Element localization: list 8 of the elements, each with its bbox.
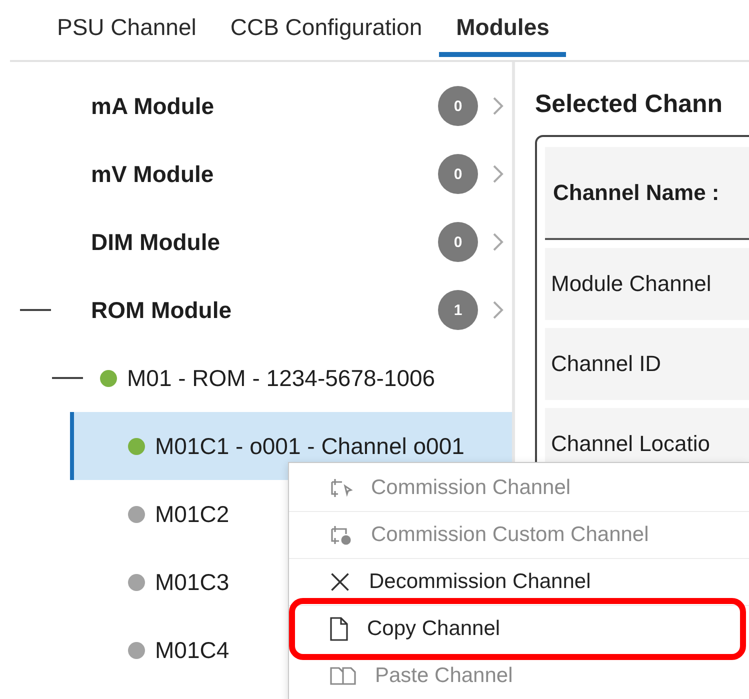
count-badge: 0: [438, 222, 478, 262]
table-cell: Channel ID: [545, 328, 749, 400]
count-badge: 1: [438, 290, 478, 330]
table-header: Channel Name :: [545, 147, 749, 240]
count-badge: 0: [438, 154, 478, 194]
count-badge: 0: [438, 86, 478, 126]
panel-title: Selected Chann: [535, 90, 724, 119]
table-cell: Module Channel: [545, 248, 749, 320]
